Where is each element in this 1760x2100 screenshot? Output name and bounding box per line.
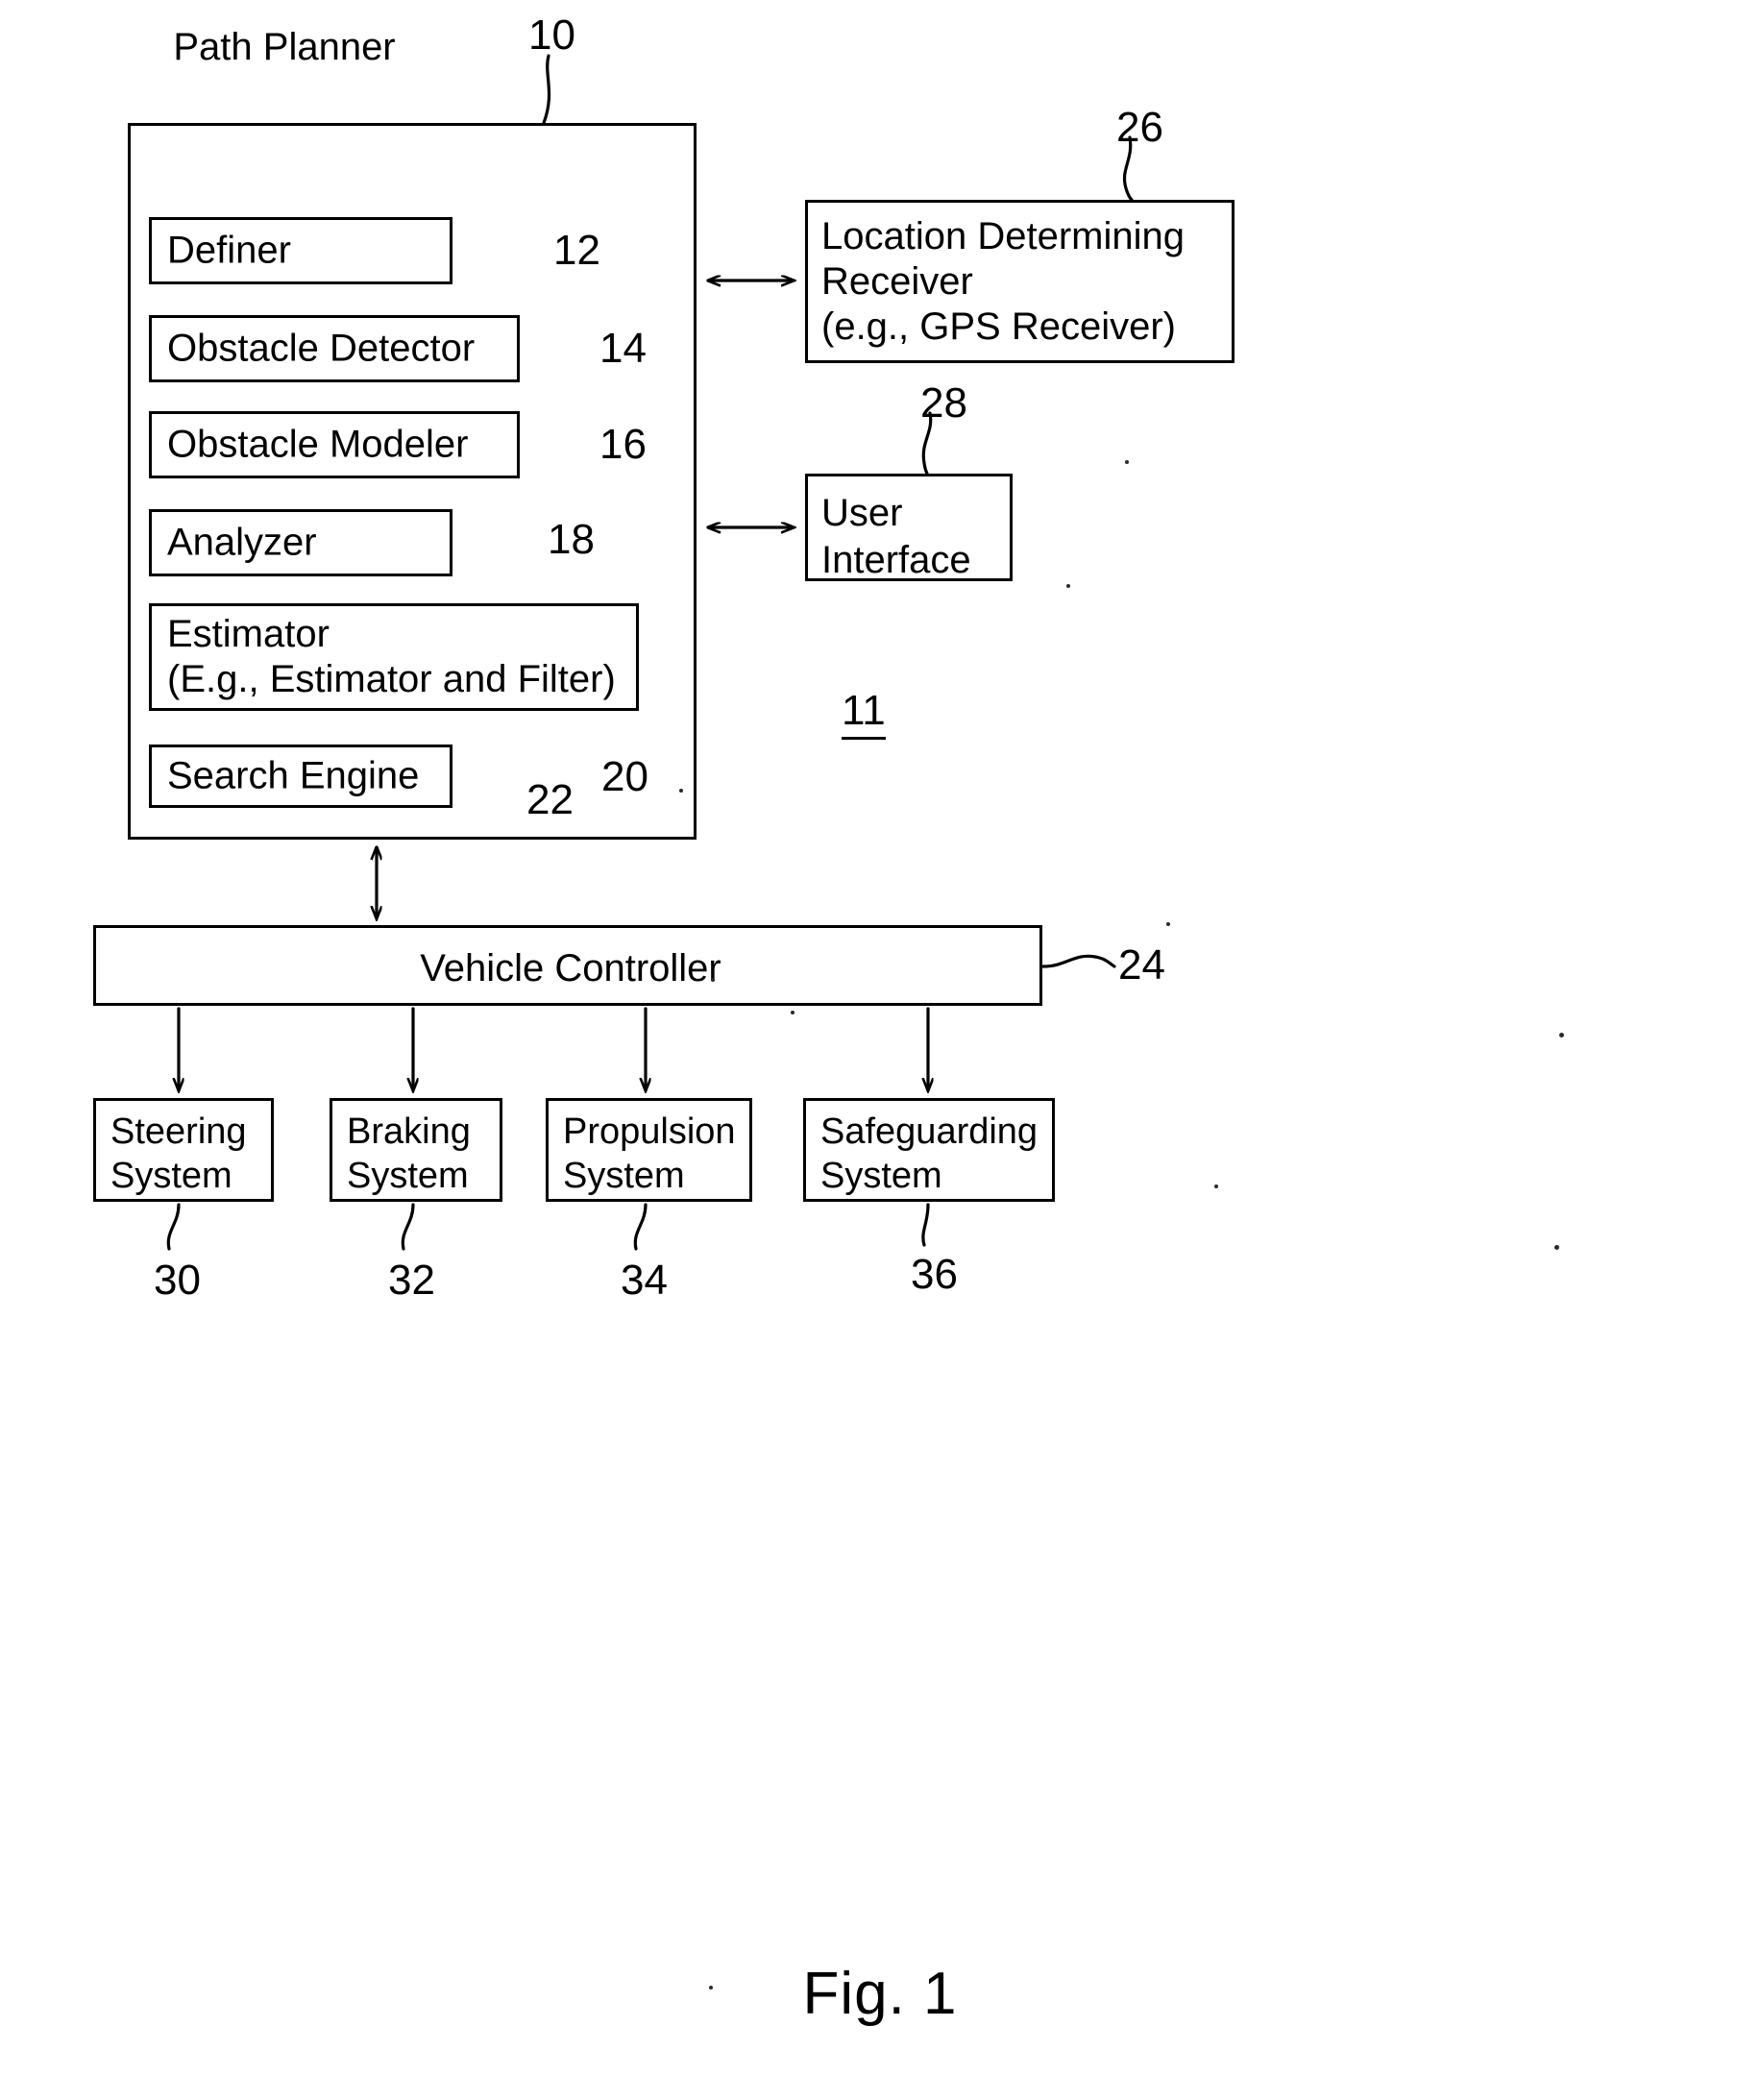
module-estimator-label: Estimator (E.g., Estimator and Filter): [167, 612, 616, 700]
scan-speck: [1559, 1033, 1564, 1038]
figure-canvas: Path Planner Definer Obstacle Detector O…: [0, 0, 1760, 2100]
path-planner-title: Path Planner: [173, 26, 396, 68]
module-analyzer[interactable]: Analyzer: [149, 509, 452, 576]
reference-numeral-16: 16: [599, 421, 647, 468]
location-determining-receiver[interactable]: Location Determining Receiver (e.g., GPS…: [805, 200, 1234, 363]
vehicle-controller[interactable]: Vehicle Controller: [93, 925, 1042, 1006]
module-obstacle-detector-label: Obstacle Detector: [167, 327, 476, 370]
reference-numeral-24: 24: [1118, 941, 1165, 989]
vehicle-controller-label: Vehicle Controller: [420, 946, 721, 989]
braking-system-label: Braking System: [347, 1111, 471, 1197]
scan-speck: [1066, 584, 1070, 588]
module-analyzer-label: Analyzer: [167, 521, 317, 564]
user-interface-box[interactable]: User Interface: [805, 474, 1013, 581]
reference-numeral-22: 22: [526, 776, 574, 823]
reference-numeral-26: 26: [1116, 104, 1163, 151]
reference-numeral-18: 18: [548, 516, 595, 563]
module-obstacle-modeler[interactable]: Obstacle Modeler: [149, 411, 520, 478]
reference-numeral-34: 34: [621, 1257, 668, 1304]
reference-numeral-30: 30: [154, 1257, 201, 1304]
scan-speck: [711, 978, 715, 982]
module-definer[interactable]: Definer: [149, 217, 452, 284]
braking-system[interactable]: Braking System: [330, 1098, 502, 1202]
module-obstacle-detector[interactable]: Obstacle Detector: [149, 315, 520, 382]
reference-numeral-14: 14: [599, 325, 647, 372]
figure-caption: Fig. 1: [802, 1961, 958, 2027]
reference-numeral-36: 36: [911, 1251, 958, 1298]
scan-speck: [1214, 1184, 1218, 1188]
safeguarding-system-label: Safeguarding System: [820, 1111, 1039, 1197]
reference-numeral-28: 28: [920, 379, 967, 427]
steering-system[interactable]: Steering System: [93, 1098, 274, 1202]
reference-numeral-20: 20: [601, 753, 648, 800]
propulsion-system-label: Propulsion System: [563, 1111, 736, 1197]
location-determining-receiver-label: Location Determining Receiver (e.g., GPS…: [821, 215, 1185, 348]
module-definer-label: Definer: [167, 229, 291, 272]
scan-speck: [1125, 460, 1129, 464]
reference-numeral-32: 32: [388, 1257, 435, 1304]
user-interface-label: User Interface: [821, 492, 971, 581]
scan-speck: [1166, 922, 1170, 926]
scan-speck: [709, 1986, 713, 1990]
scan-speck: [791, 1011, 794, 1014]
reference-numeral-11: 11: [842, 687, 886, 740]
module-search-engine[interactable]: Search Engine: [149, 745, 452, 808]
safeguarding-system[interactable]: Safeguarding System: [803, 1098, 1055, 1202]
module-obstacle-modeler-label: Obstacle Modeler: [167, 423, 469, 466]
module-search-engine-label: Search Engine: [167, 754, 420, 797]
module-estimator[interactable]: Estimator (E.g., Estimator and Filter): [149, 603, 639, 711]
reference-numeral-10: 10: [528, 12, 575, 59]
steering-system-label: Steering System: [110, 1111, 247, 1197]
reference-numeral-12: 12: [553, 227, 600, 274]
scan-speck: [1554, 1245, 1559, 1250]
scan-speck: [679, 789, 683, 793]
propulsion-system[interactable]: Propulsion System: [546, 1098, 752, 1202]
